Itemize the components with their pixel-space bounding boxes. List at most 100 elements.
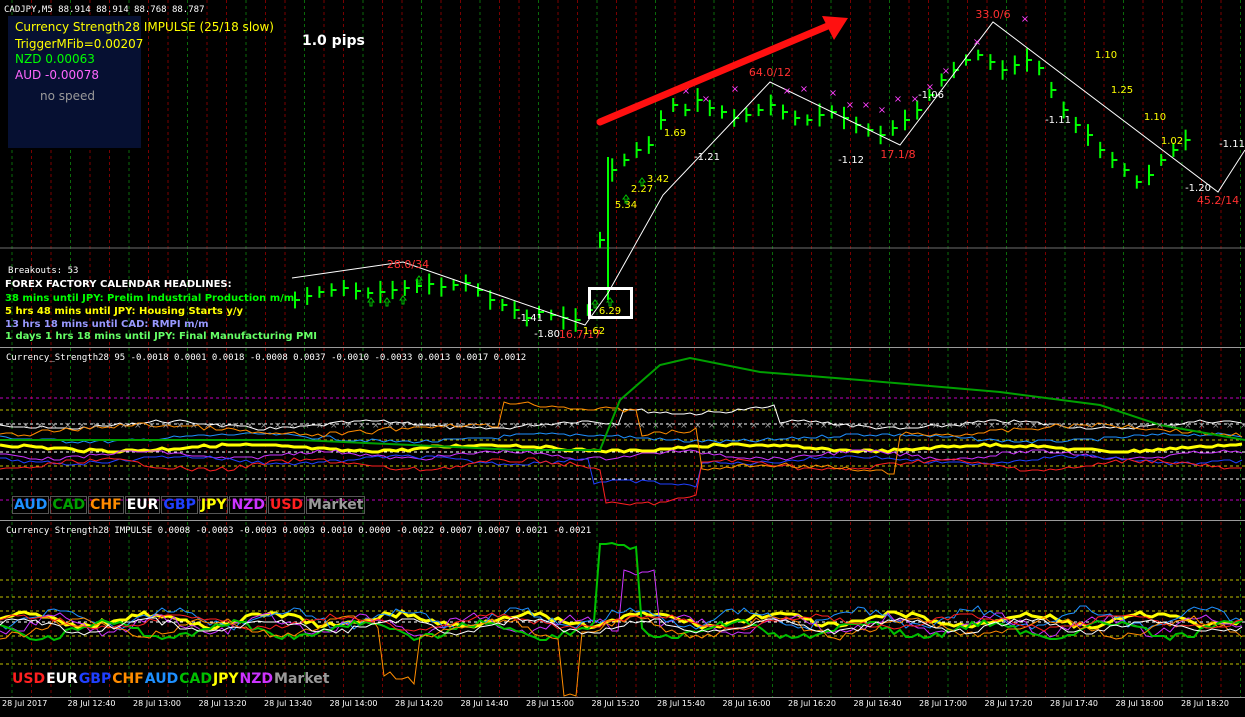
legend-chf: CHF <box>88 496 124 514</box>
legend-cad: CAD <box>179 671 212 687</box>
market-marker: × <box>246 421 254 431</box>
legend-eur: EUR <box>46 671 78 687</box>
legend-aud: AUD <box>144 671 179 687</box>
market-marker: × <box>386 421 394 431</box>
market-marker: × <box>22 421 30 431</box>
price-annotation: 33.0/6 <box>975 8 1010 21</box>
market-marker: × <box>1156 421 1164 431</box>
legend-gbp: GBP <box>161 496 198 514</box>
legend-jpy: JPY <box>198 496 229 514</box>
market-marker: × <box>288 421 296 431</box>
market-marker: × <box>960 421 968 431</box>
price-annotation: 1.62 <box>583 326 605 337</box>
price-annotation: 45.2/14 <box>1197 194 1239 207</box>
time-tick: 28 Jul 17:40 <box>1050 699 1098 708</box>
market-marker: × <box>666 421 674 431</box>
series-cad-impulse <box>0 541 1243 642</box>
market-marker: × <box>736 421 744 431</box>
price-annotation: -1.12 <box>838 155 864 166</box>
market-marker: × <box>1030 421 1038 431</box>
market-marker: × <box>1142 421 1150 431</box>
cross-marker: × <box>1021 14 1029 25</box>
market-marker: × <box>1128 421 1136 431</box>
market-marker: × <box>974 421 982 431</box>
time-tick: 28 Jul 15:00 <box>526 699 574 708</box>
news-title: FOREX FACTORY CALENDAR HEADLINES: <box>5 279 232 290</box>
market-marker: × <box>330 421 338 431</box>
time-tick: 28 Jul 16:20 <box>788 699 836 708</box>
market-marker: × <box>1002 421 1010 431</box>
cross-marker: × <box>783 86 791 97</box>
market-marker: × <box>274 421 282 431</box>
cross-marker: × <box>942 66 950 77</box>
pane-separator[interactable] <box>0 520 1245 521</box>
market-marker: × <box>932 421 940 431</box>
cross-marker: × <box>829 88 837 99</box>
market-marker: × <box>36 421 44 431</box>
cross-marker: × <box>878 105 886 116</box>
price-annotation: 1.02 <box>1161 136 1183 147</box>
market-marker: × <box>260 421 268 431</box>
series-gbp <box>0 454 1243 488</box>
cross-marker: × <box>862 100 870 111</box>
time-tick: 28 Jul 13:40 <box>264 699 312 708</box>
price-annotation: -1.80 <box>534 329 560 340</box>
pane-separator[interactable] <box>0 347 1245 348</box>
time-tick: 28 Jul 13:00 <box>133 699 181 708</box>
time-tick: 28 Jul 12:40 <box>67 699 116 708</box>
market-marker: × <box>638 421 646 431</box>
cross-marker: × <box>702 94 710 105</box>
price-annotation: -1.06 <box>918 90 944 101</box>
market-marker: × <box>456 421 464 431</box>
legend-usd: USD <box>12 671 46 687</box>
legend-chf: CHF <box>112 671 144 687</box>
market-marker: × <box>848 421 856 431</box>
price-annotation: 1.10 <box>1144 112 1166 123</box>
market-marker: × <box>1240 421 1245 431</box>
legend-jpy: JPY <box>212 671 239 687</box>
market-marker: × <box>596 421 604 431</box>
market-marker: × <box>708 421 716 431</box>
time-tick: 28 Jul 16:00 <box>722 699 771 708</box>
cross-marker: × <box>800 84 808 95</box>
market-marker: × <box>372 421 380 431</box>
market-marker: × <box>512 421 520 431</box>
market-marker: × <box>484 421 492 431</box>
price-annotation: 64.0/12 <box>749 66 791 79</box>
indicator1-legend: AUD CAD CHF EUR GBP JPY NZD USD Market <box>12 496 366 514</box>
market-marker: × <box>162 421 170 431</box>
price-annotation: -1.21 <box>694 152 720 163</box>
info-line-aud: AUD -0.00078 <box>15 68 99 82</box>
market-marker: × <box>820 421 828 431</box>
info-line-trigger: TriggerMFib=0.00207 <box>15 37 144 51</box>
market-marker: × <box>1058 421 1066 431</box>
legend-cad: CAD <box>50 496 88 514</box>
market-marker: × <box>1212 421 1220 431</box>
market-marker: × <box>568 421 576 431</box>
market-marker: × <box>1100 421 1108 431</box>
legend-gbp: GBP <box>78 671 112 687</box>
selection-box <box>588 287 633 319</box>
time-tick: 28 Jul 17:20 <box>984 699 1033 708</box>
market-marker: × <box>148 421 156 431</box>
market-marker: × <box>78 421 86 431</box>
time-tick: 28 Jul 14:00 <box>329 699 378 708</box>
legend-market: Market <box>306 496 366 514</box>
legend-usd: USD <box>267 496 306 514</box>
market-marker: × <box>750 421 758 431</box>
series-aud <box>0 432 1243 444</box>
market-marker: × <box>498 421 506 431</box>
pips-label: 1.0 pips <box>302 33 365 49</box>
market-marker: × <box>806 421 814 431</box>
up-arrow-icon <box>367 297 375 307</box>
market-marker: × <box>834 421 842 431</box>
market-marker: × <box>890 421 898 431</box>
price-annotation: -1.11 <box>1045 115 1071 126</box>
time-tick: 28 Jul 15:40 <box>657 699 705 708</box>
market-marker: × <box>1226 421 1234 431</box>
market-marker: × <box>232 421 240 431</box>
market-marker: × <box>8 421 16 431</box>
legend-aud: AUD <box>12 496 50 514</box>
market-marker: × <box>526 421 534 431</box>
market-marker: × <box>50 421 58 431</box>
